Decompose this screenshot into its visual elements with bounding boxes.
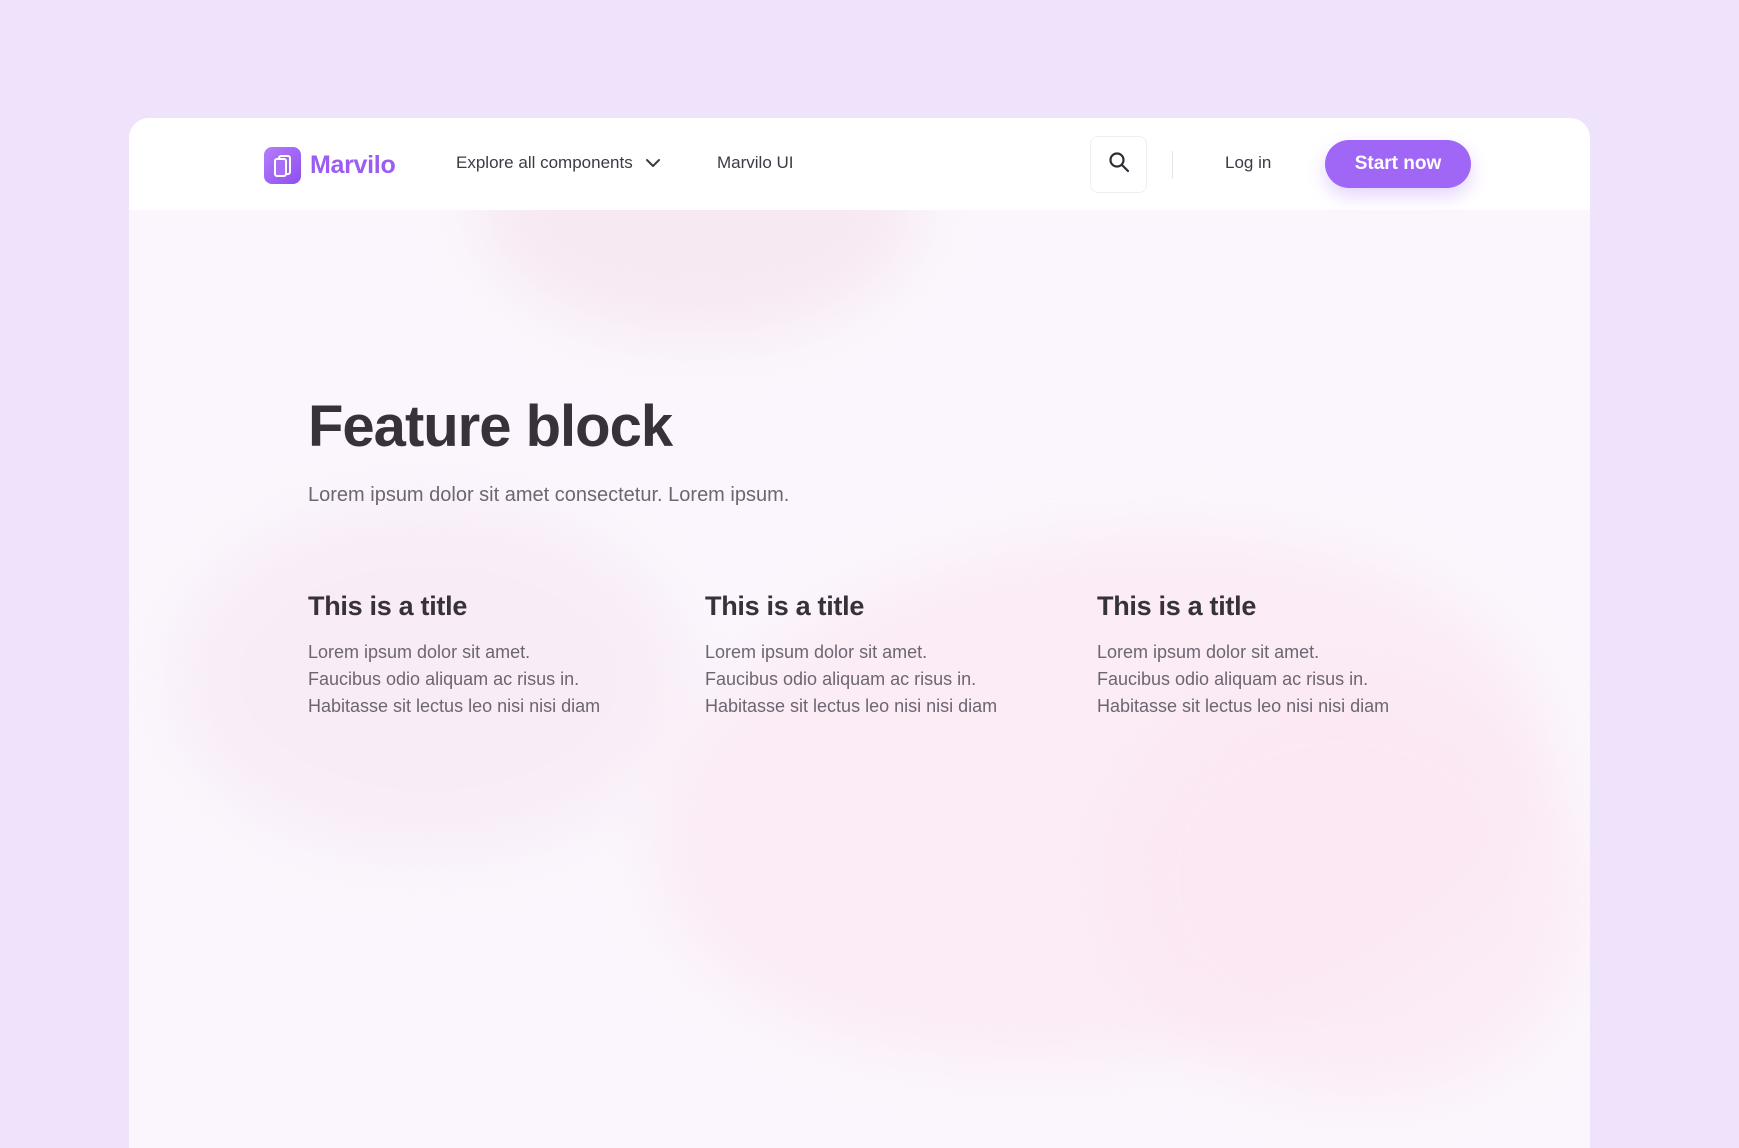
chevron-down-icon: [645, 158, 661, 168]
feature-title: This is a title: [308, 591, 468, 621]
feature-line: Habitasse sit lectus leo nisi nisi diam: [1097, 696, 1390, 716]
feature-line: Faucibus odio aliquam ac risus in.: [705, 669, 977, 689]
feature-item: This is a title Lorem ipsum dolor sit am…: [308, 591, 668, 720]
feature-line: Habitasse sit lectus leo nisi nisi diam: [705, 696, 998, 716]
feature-item: This is a title Lorem ipsum dolor sit am…: [1097, 591, 1457, 720]
page-frame: Marvilo Explore all components Marvilo U…: [129, 118, 1590, 1148]
login-link[interactable]: Log in: [1225, 153, 1271, 173]
feature-line: Lorem ipsum dolor sit amet.: [308, 642, 531, 662]
feature-line: Faucibus odio aliquam ac risus in.: [308, 669, 580, 689]
feature-title: This is a title: [705, 591, 865, 621]
search-button[interactable]: [1090, 136, 1147, 193]
page-subtitle: Lorem ipsum dolor sit amet consectetur. …: [308, 484, 790, 506]
feature-description: Lorem ipsum dolor sit amet. Faucibus odi…: [308, 639, 668, 720]
nav-explore-components[interactable]: Explore all components: [456, 153, 661, 173]
hero-section: Feature block Lorem ipsum dolor sit amet…: [308, 398, 789, 507]
feature-item: This is a title Lorem ipsum dolor sit am…: [705, 591, 1065, 720]
top-navbar: Marvilo Explore all components Marvilo U…: [129, 118, 1590, 210]
cards-icon: [264, 147, 301, 184]
feature-description: Lorem ipsum dolor sit amet. Faucibus odi…: [705, 639, 1065, 720]
nav-marvilo-ui[interactable]: Marvilo UI: [717, 153, 794, 173]
nav-explore-label: Explore all components: [456, 153, 633, 172]
feature-line: Lorem ipsum dolor sit amet.: [705, 642, 928, 662]
feature-line: Faucibus odio aliquam ac risus in.: [1097, 669, 1369, 689]
search-icon: [1108, 151, 1130, 178]
brand-name: Marvilo: [310, 151, 396, 179]
brand-logo[interactable]: Marvilo: [264, 147, 396, 184]
start-now-button[interactable]: Start now: [1325, 140, 1471, 188]
nav-divider: [1172, 151, 1173, 178]
feature-line: Lorem ipsum dolor sit amet.: [1097, 642, 1320, 662]
feature-description: Lorem ipsum dolor sit amet. Faucibus odi…: [1097, 639, 1457, 720]
feature-title: This is a title: [1097, 591, 1257, 621]
page-title: Feature block: [308, 394, 673, 459]
feature-line: Habitasse sit lectus leo nisi nisi diam: [308, 696, 601, 716]
